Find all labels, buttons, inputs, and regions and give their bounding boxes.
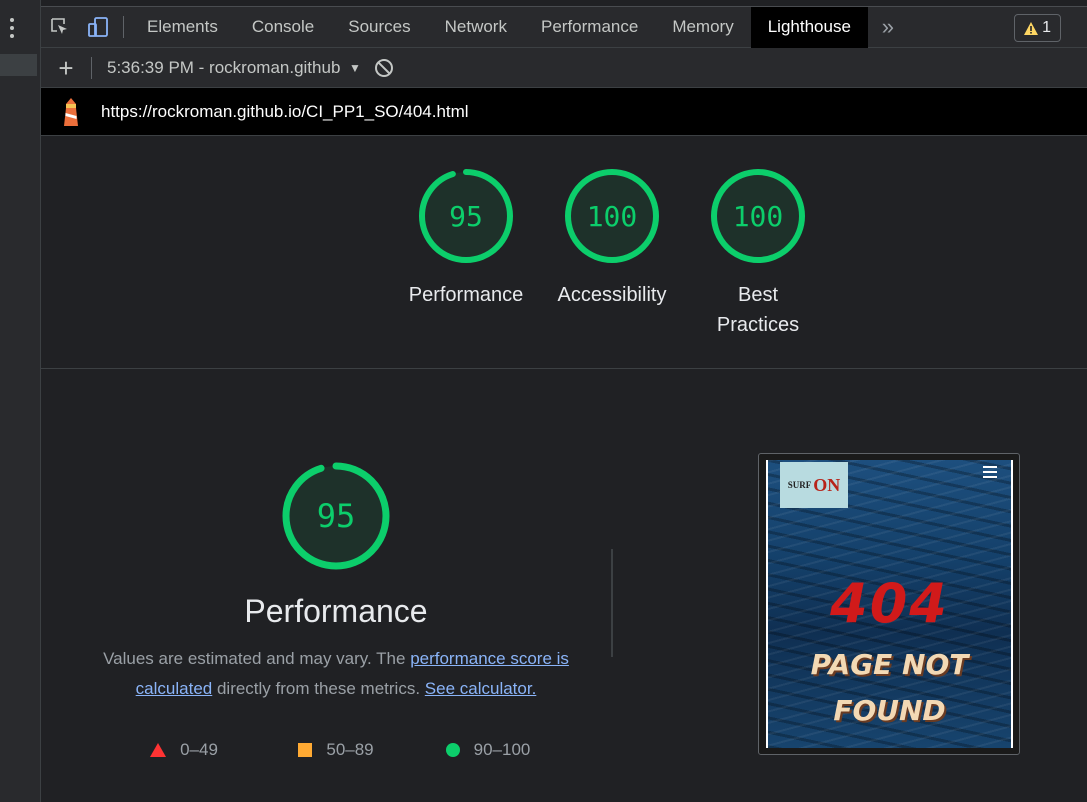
more-options-icon[interactable] <box>4 14 20 42</box>
warning-icon <box>1024 21 1039 35</box>
legend-fail: 0–49 <box>108 740 260 760</box>
score-legend: 0–49 50–89 90–100 <box>81 740 591 760</box>
more-tabs-icon[interactable]: » <box>868 7 908 48</box>
triangle-icon <box>150 743 167 757</box>
score-gauge-ring: 100 <box>565 169 659 263</box>
warnings-badge[interactable]: 1 <box>1014 14 1061 42</box>
inspect-element-icon[interactable] <box>41 6 79 48</box>
gauge-performance[interactable]: 95 Performance <box>396 166 536 310</box>
legend-pass: 90–100 <box>412 740 564 760</box>
see-calculator-link[interactable]: See calculator. <box>425 679 537 698</box>
lighthouse-toolbar: + 5:36:39 PM - rockroman.github ▼ <box>41 48 1087 88</box>
final-screenshot-thumbnail[interactable]: SURF ON 404 PAGE NOT FOUND <box>758 453 1020 755</box>
toolbar-separator <box>91 56 92 79</box>
tab-network[interactable]: Network <box>428 7 524 48</box>
tab-performance[interactable]: Performance <box>524 7 655 48</box>
legend-average: 50–89 <box>260 740 412 760</box>
device-toolbar-icon[interactable] <box>79 6 117 48</box>
section-divider <box>611 549 613 657</box>
gauge-label: Best Practices <box>716 284 800 336</box>
performance-description: Values are estimated and may vary. The p… <box>103 649 569 698</box>
gauge-best-practices[interactable]: 100 Best Practices <box>688 166 828 340</box>
error-code-heading: 404 <box>830 572 949 635</box>
performance-score: 95 <box>317 497 356 535</box>
tab-lighthouse[interactable]: Lighthouse <box>750 6 868 48</box>
circle-icon <box>445 743 460 757</box>
page-not-found-heading: PAGE NOT FOUND <box>810 648 969 727</box>
left-gutter <box>0 0 41 802</box>
score-gauge-ring: 100 <box>711 169 805 263</box>
chevron-down-icon[interactable]: ▼ <box>349 61 361 75</box>
score-gauges: 95 Performance 100 Accessibility 100 Bes… <box>41 136 1087 369</box>
lighthouse-logo-icon <box>41 97 101 126</box>
toolbar-separator <box>123 16 124 38</box>
clear-icon[interactable] <box>373 57 395 79</box>
gauge-accessibility[interactable]: 100 Accessibility <box>542 166 682 310</box>
report-url-bar: https://rockroman.github.io/CI_PP1_SO/40… <box>41 88 1087 136</box>
gauge-score: 95 <box>449 200 483 233</box>
tab-memory[interactable]: Memory <box>655 7 750 48</box>
report-select[interactable]: 5:36:39 PM - rockroman.github <box>107 58 347 78</box>
performance-score-gauge: 95 <box>282 462 390 570</box>
warning-count: 1 <box>1042 19 1051 36</box>
gauge-score: 100 <box>587 200 638 233</box>
site-logo: SURF ON <box>780 462 848 508</box>
score-gauge-ring: 95 <box>419 169 513 263</box>
tab-sources[interactable]: Sources <box>331 7 427 48</box>
gauge-label: Performance <box>408 284 524 306</box>
performance-title: Performance <box>244 593 428 629</box>
tab-elements[interactable]: Elements <box>130 7 235 48</box>
hamburger-menu-icon <box>983 466 997 478</box>
devtools-tab-bar: Elements Console Sources Network Perform… <box>41 6 1087 48</box>
screenshot-image: SURF ON 404 PAGE NOT FOUND <box>766 460 1013 748</box>
square-icon <box>298 743 313 757</box>
gauge-score: 100 <box>733 200 784 233</box>
report-url-link[interactable]: https://rockroman.github.io/CI_PP1_SO/40… <box>101 102 469 122</box>
report-content: 95 Performance 100 Accessibility 100 Bes… <box>41 136 1087 802</box>
gauge-label: Accessibility <box>557 284 667 306</box>
selected-report-indicator <box>0 54 37 76</box>
tab-console[interactable]: Console <box>235 7 331 48</box>
performance-section: 95 Performance Values are estimated and … <box>81 461 591 760</box>
new-report-button[interactable]: + <box>41 48 91 88</box>
